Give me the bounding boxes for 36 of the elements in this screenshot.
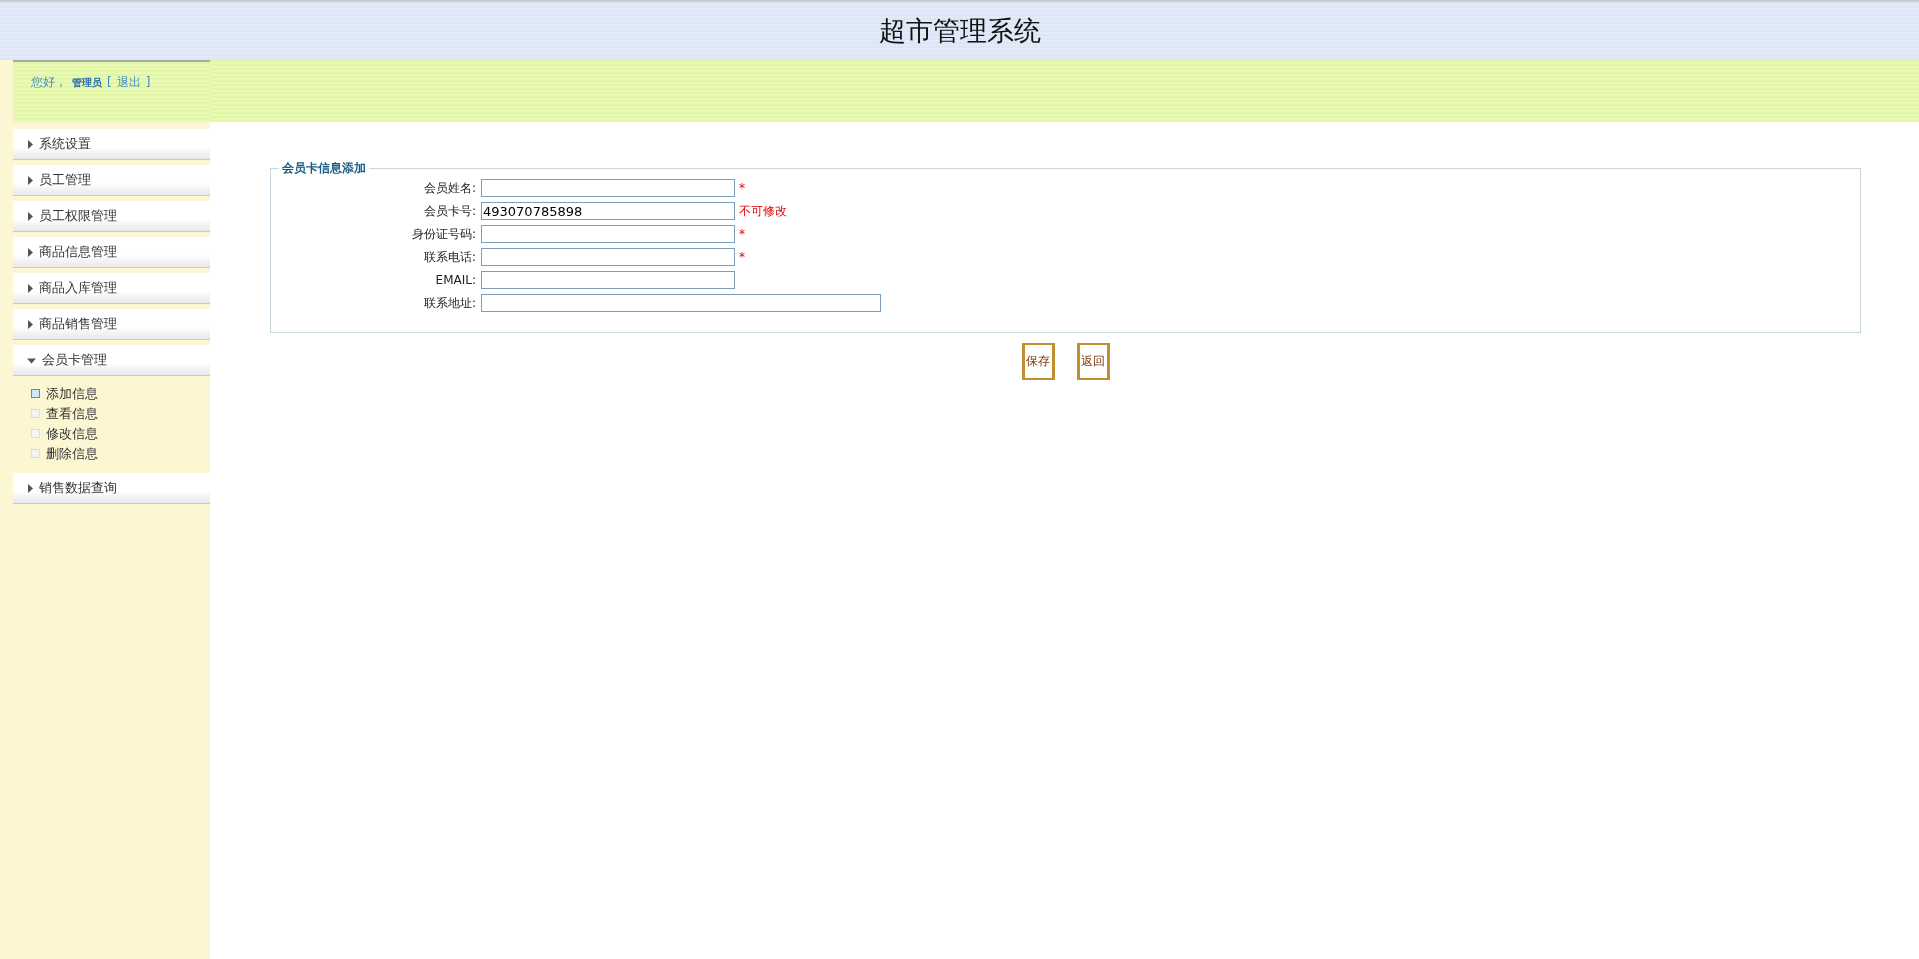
- app-title: 超市管理系统: [878, 15, 1041, 48]
- menu-item[interactable]: 商品销售管理: [13, 309, 210, 340]
- input-field[interactable]: [481, 225, 735, 243]
- menu-item[interactable]: 员工管理: [13, 165, 210, 196]
- field-label: 联系地址:: [422, 294, 476, 312]
- menu-item[interactable]: 会员卡管理: [13, 345, 210, 376]
- field-note: *: [739, 250, 745, 264]
- input-field[interactable]: [481, 248, 735, 266]
- input-field[interactable]: [481, 271, 735, 289]
- submenu-item[interactable]: 查看信息: [46, 404, 98, 423]
- form-button[interactable]: 返回: [1076, 343, 1110, 380]
- menu-item[interactable]: 员工权限管理: [13, 201, 210, 232]
- input-field[interactable]: [481, 294, 881, 312]
- field-label: EMAIL:: [434, 273, 476, 287]
- form-button[interactable]: 保存: [1021, 343, 1055, 380]
- form-legend: 会员卡信息添加: [279, 160, 369, 177]
- field-label: 身份证号码:: [410, 225, 476, 243]
- field-label: 联系电话:: [422, 248, 476, 266]
- menu-item[interactable]: 销售数据查询: [13, 473, 210, 504]
- field-note: 不可修改: [739, 202, 787, 220]
- field-note: *: [739, 227, 745, 241]
- submenu-item[interactable]: 修改信息: [46, 424, 98, 443]
- field-note: *: [739, 181, 745, 195]
- menu-item[interactable]: 商品信息管理: [13, 237, 210, 268]
- bracket-text: [: [107, 75, 112, 89]
- menu-item[interactable]: 系统设置: [13, 129, 210, 160]
- input-field[interactable]: 493070785898: [481, 202, 735, 220]
- user-name: 管理员: [72, 76, 102, 90]
- input-field[interactable]: [481, 179, 735, 197]
- greeting-text: 您好，: [31, 74, 67, 91]
- submenu-item[interactable]: 添加信息: [46, 384, 98, 403]
- field-label: 会员卡号:: [422, 202, 476, 220]
- field-label: 会员姓名:: [422, 179, 476, 197]
- submenu-item[interactable]: 删除信息: [46, 444, 98, 463]
- menu-item[interactable]: 商品入库管理: [13, 273, 210, 304]
- bracket-text: ]: [145, 75, 151, 89]
